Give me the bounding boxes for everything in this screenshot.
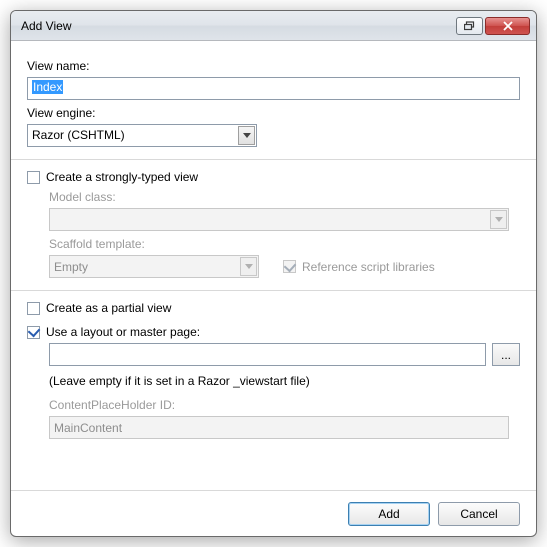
model-class-label: Model class: <box>49 190 520 204</box>
browse-layout-button[interactable]: ... <box>492 343 520 366</box>
view-name-label: View name: <box>27 59 520 73</box>
cancel-button[interactable]: Cancel <box>438 502 520 526</box>
partial-view-checkbox[interactable] <box>27 302 40 315</box>
ref-script-label: Reference script libraries <box>302 260 435 274</box>
ref-script-row: Reference script libraries <box>283 260 435 274</box>
layout-hint: (Leave empty if it is set in a Razor _vi… <box>49 374 520 388</box>
dialog-window: Add View View name: Index View engine: R… <box>10 10 537 537</box>
view-name-selection: Index <box>32 80 63 94</box>
chevron-down-icon <box>243 133 251 138</box>
dialog-footer: Add Cancel <box>11 490 536 536</box>
dialog-content: View name: Index View engine: Razor (CSH… <box>11 41 536 451</box>
layout-group: ... (Leave empty if it is set in a Razor… <box>49 343 520 439</box>
close-icon <box>502 21 514 31</box>
use-layout-label: Use a layout or master page: <box>46 325 200 339</box>
restore-button[interactable] <box>456 17 483 35</box>
cph-id-label: ContentPlaceHolder ID: <box>49 398 520 412</box>
use-layout-row[interactable]: Use a layout or master page: <box>27 325 520 339</box>
strongly-typed-group: Model class: Scaffold template: Referenc… <box>49 190 520 278</box>
scaffold-template-combo <box>49 255 259 278</box>
view-engine-value: Razor (CSHTML) <box>27 124 257 147</box>
chevron-down-icon <box>495 217 503 222</box>
separator <box>11 290 536 291</box>
scaffold-template-dropdown-button <box>240 257 257 276</box>
layout-path-input[interactable] <box>49 343 486 366</box>
view-engine-dropdown-button[interactable] <box>238 126 255 145</box>
separator <box>11 159 536 160</box>
title-bar: Add View <box>11 11 536 41</box>
strongly-typed-checkbox[interactable] <box>27 171 40 184</box>
model-class-input <box>49 208 509 231</box>
restore-icon <box>464 21 476 31</box>
window-title: Add View <box>21 19 456 33</box>
model-class-dropdown-button <box>490 210 507 229</box>
partial-view-row[interactable]: Create as a partial view <box>27 301 520 315</box>
strongly-typed-label: Create a strongly-typed view <box>46 170 198 184</box>
scaffold-template-input <box>49 255 259 278</box>
use-layout-checkbox[interactable] <box>27 326 40 339</box>
model-class-combo <box>49 208 509 231</box>
scaffold-template-label: Scaffold template: <box>49 237 520 251</box>
partial-view-label: Create as a partial view <box>46 301 171 315</box>
cph-id-input <box>49 416 509 439</box>
strongly-typed-row[interactable]: Create a strongly-typed view <box>27 170 520 184</box>
window-controls <box>456 17 530 35</box>
view-name-input[interactable] <box>27 77 520 100</box>
ref-script-checkbox <box>283 260 296 273</box>
chevron-down-icon <box>245 264 253 269</box>
view-engine-label: View engine: <box>27 106 520 120</box>
close-button[interactable] <box>485 17 530 35</box>
view-engine-combo[interactable]: Razor (CSHTML) <box>27 124 257 147</box>
add-button[interactable]: Add <box>348 502 430 526</box>
